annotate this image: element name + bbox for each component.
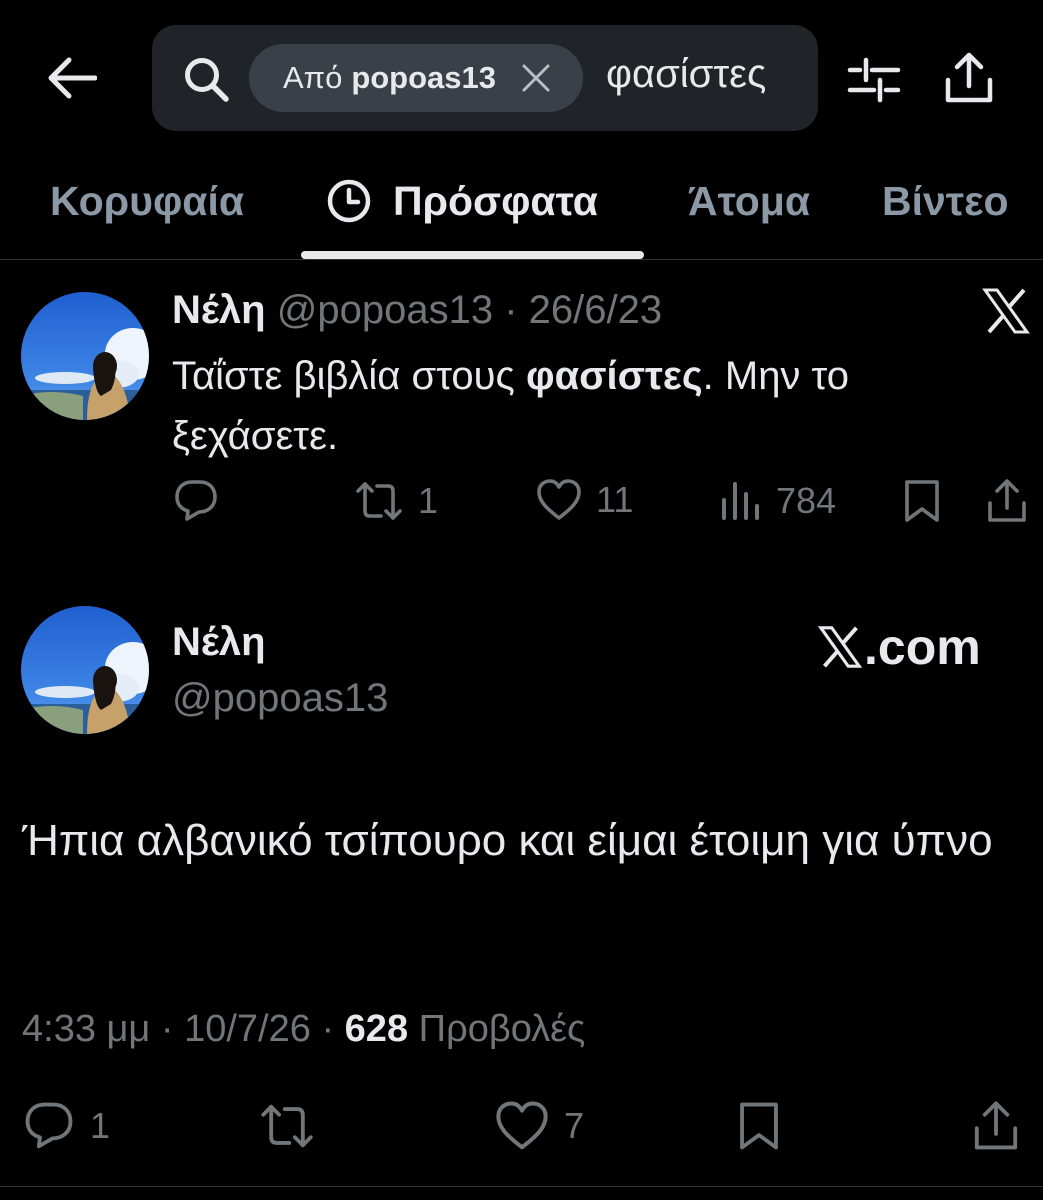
bookmark-icon (740, 1102, 778, 1150)
bookmark-icon (905, 480, 939, 522)
back-button[interactable] (44, 52, 100, 104)
search-highlight: φασίστες (525, 354, 703, 398)
tab-people-label: Άτομα (688, 177, 811, 224)
tab-people[interactable]: Άτομα (688, 172, 810, 230)
divider (0, 1186, 1043, 1187)
repost-count: 1 (418, 480, 439, 521)
tweet2-text: Ήπια αλβανικό τσίπουρο και είμαι έτοιμη … (22, 816, 993, 865)
divider (0, 259, 1043, 260)
author-name[interactable]: Νέλη (172, 620, 266, 665)
share-icon[interactable] (940, 50, 998, 106)
tweet-date[interactable]: 26/6/23 (529, 288, 662, 332)
reply-icon (175, 480, 217, 521)
tweet2-meta: 4:33 μμ · 10/7/26 · 628 Προβολές (22, 1008, 585, 1051)
reply-count: 1 (90, 1105, 111, 1146)
sliders-icon[interactable] (846, 54, 902, 106)
share-icon (988, 479, 1026, 522)
like-count: 7 (564, 1105, 585, 1146)
search-query[interactable]: φασίστες (606, 52, 766, 97)
x-com-watermark: .com (818, 618, 981, 676)
meta-separator: · (321, 1008, 335, 1050)
views-icon (722, 482, 759, 520)
search-icon (185, 58, 229, 102)
arrow-left-icon (48, 57, 97, 99)
chip-prefix: Από (283, 60, 343, 95)
view-count: 784 (776, 480, 837, 521)
author-handle[interactable]: @popoas13 (277, 288, 493, 332)
tweet-text-part: Ταΐστε βιβλία στους (172, 354, 526, 398)
like-button[interactable]: 11 (536, 478, 633, 522)
views-label: Προβολές (418, 1008, 586, 1050)
tweet-time[interactable]: 4:33 μμ (22, 1008, 150, 1050)
like-button[interactable]: 7 (494, 1100, 584, 1152)
bookmark-button[interactable] (736, 1100, 782, 1152)
share-button[interactable] (985, 478, 1029, 524)
avatar[interactable] (21, 292, 149, 420)
chip-username: popoas13 (351, 60, 497, 95)
meta-separator: · (160, 1008, 174, 1050)
active-tab-indicator (301, 251, 644, 259)
meta-separator: · (504, 288, 518, 332)
heart-icon (496, 1101, 548, 1150)
repost-icon (261, 1104, 313, 1148)
tab-top-label: Κορυφαία (50, 177, 245, 224)
like-count: 11 (596, 479, 634, 520)
reply-button[interactable]: 1 (22, 1100, 110, 1152)
tweet1-text: Ταΐστε βιβλία στους φασίστες. Μην το ξεχ… (172, 346, 962, 466)
share-icon (974, 1101, 1018, 1150)
repost-icon (356, 482, 402, 520)
avatar[interactable] (21, 606, 149, 734)
tab-latest[interactable]: Πρόσφατα (327, 172, 598, 230)
reply-button[interactable] (173, 478, 219, 524)
tab-top[interactable]: Κορυφαία (50, 172, 244, 230)
repost-button[interactable]: 1 (354, 478, 438, 524)
views-count: 628 (344, 1008, 409, 1050)
repost-button[interactable] (257, 1100, 317, 1152)
heart-icon (537, 479, 581, 520)
reply-icon (25, 1102, 73, 1149)
bookmark-button[interactable] (902, 478, 942, 524)
author-handle[interactable]: @popoas13 (172, 676, 388, 721)
x-logo-icon (818, 626, 862, 668)
tab-latest-label: Πρόσφατα (393, 177, 598, 224)
tab-videos[interactable]: Βίντεο (882, 172, 1009, 230)
x-logo-icon (982, 288, 1030, 334)
watermark-text: .com (864, 619, 981, 675)
author-name[interactable]: Νέλη (172, 288, 266, 332)
tweet-date[interactable]: 10/7/26 (184, 1008, 311, 1050)
views-button[interactable]: 784 (720, 478, 836, 524)
tab-videos-label: Βίντεο (882, 177, 1009, 224)
tweet1-header: Νέλη @popoas13 · 26/6/23 (172, 288, 662, 333)
close-icon[interactable] (518, 60, 554, 96)
clock-icon (327, 179, 371, 223)
share-button[interactable] (970, 1100, 1022, 1152)
